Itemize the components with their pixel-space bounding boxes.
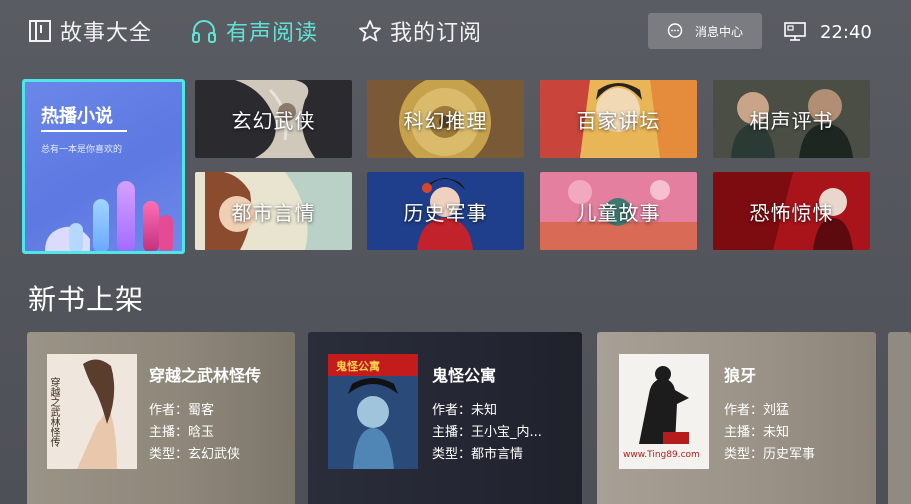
book-title: 狼牙 [724, 366, 757, 385]
monitor-icon [784, 22, 806, 41]
genre-label: 历史军事 [403, 200, 488, 225]
book-card[interactable]: 穿越之武林怪传 穿越之武林怪传 作者：蜀客 主播：晗玉 类型：玄幻武侠 [27, 332, 295, 504]
book-author: 作者：蜀客 [149, 403, 215, 418]
book-author: 作者：刘猛 [724, 403, 790, 418]
new-books-heading: 新书上架 [28, 283, 145, 316]
tab-audio-reading[interactable]: 有声阅读 [190, 14, 318, 48]
book-narrator: 主播：王小宝_内... [432, 425, 542, 440]
genre-label: 都市言情 [231, 200, 316, 225]
book-type: 类型：历史军事 [724, 447, 816, 462]
status-area: 22:40 [784, 20, 872, 44]
genre-tile-urban-romance[interactable]: 都市言情 [195, 172, 352, 250]
genre-label: 玄幻武侠 [231, 108, 316, 133]
featured-title: 热播小说 [41, 106, 113, 127]
genre-label: 科幻推理 [403, 108, 488, 133]
genre-tile-scifi-mystery[interactable]: 科幻推理 [367, 80, 524, 158]
book-title: 穿越之武林怪传 [149, 366, 262, 385]
genre-label: 儿童故事 [576, 200, 661, 225]
genre-tile-history-military[interactable]: 历史军事 [367, 172, 524, 250]
featured-hot-novels-tile[interactable]: 热播小说 总有一本是你喜欢的 [22, 79, 185, 254]
tab-audio-label: 有声阅读 [226, 21, 319, 46]
top-navigation: 故事大全 有声阅读 我的订阅 消息中心 22:40 [0, 0, 911, 62]
book-narrator: 主播：晗玉 [149, 425, 215, 440]
genre-tile-children-stories[interactable]: 儿童故事 [540, 172, 697, 250]
book-card[interactable]: 鬼怪公寓 鬼怪公寓 作者：未知 主播：王小宝_内... 类型：都市言情 [308, 332, 582, 504]
clock: 22:40 [820, 21, 872, 43]
tab-subscriptions[interactable]: 我的订阅 [358, 14, 482, 48]
equalizer-graphic [45, 181, 173, 251]
genre-tile-fantasy-martial[interactable]: 玄幻武侠 [195, 80, 352, 158]
headphones-icon [192, 20, 216, 43]
cover-title: 鬼怪公寓 [336, 360, 380, 373]
genre-tile-horror-thriller[interactable]: 恐怖惊悚 [713, 172, 870, 250]
book-card[interactable]: www.Ting89.com 狼牙 作者：刘猛 主播：未知 类型：历史军事 [597, 332, 876, 504]
cover-title: 穿越之武林怪传 [48, 377, 59, 447]
tab-stories[interactable]: 故事大全 [28, 14, 152, 48]
genre-label: 相声评书 [749, 108, 834, 133]
book-title: 鬼怪公寓 [432, 366, 497, 385]
book-narrator: 主播：未知 [724, 425, 790, 440]
book-author: 作者：未知 [432, 403, 498, 418]
book-type: 类型：玄幻武侠 [149, 447, 241, 462]
book-type: 类型：都市言情 [432, 447, 524, 462]
divider [41, 130, 127, 132]
chat-bubble-icon [667, 23, 683, 38]
genre-label: 恐怖惊悚 [749, 200, 834, 225]
star-icon [359, 20, 381, 42]
genre-tile-crosstalk-storytelling[interactable]: 相声评书 [713, 80, 870, 158]
genre-label: 百家讲坛 [576, 108, 661, 133]
cover-url: www.Ting89.com [623, 450, 700, 460]
book-icon [29, 20, 51, 42]
message-center-button[interactable]: 消息中心 [648, 13, 762, 49]
tab-stories-label: 故事大全 [60, 21, 153, 46]
book-card-partial[interactable] [888, 332, 911, 504]
message-center-label: 消息中心 [694, 24, 743, 39]
tab-subscriptions-label: 我的订阅 [390, 21, 483, 46]
genre-tile-lecture-hall[interactable]: 百家讲坛 [540, 80, 697, 158]
